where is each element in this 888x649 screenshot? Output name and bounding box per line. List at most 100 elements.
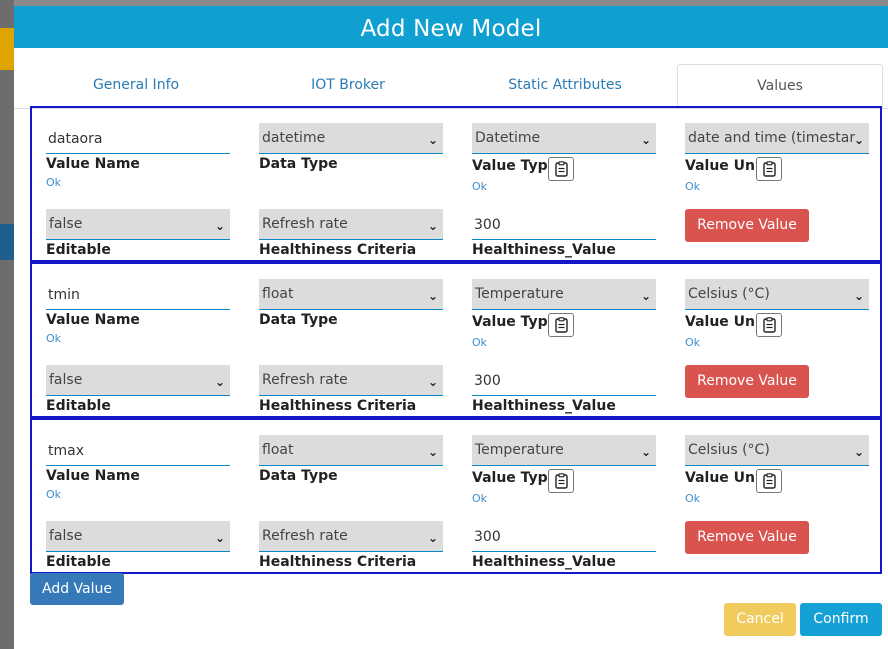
value-unit-select[interactable]: Celsius (°C) ⌄ xyxy=(685,435,869,466)
tab-values[interactable]: Values xyxy=(677,64,883,109)
cancel-button[interactable]: Cancel xyxy=(724,603,796,636)
value-unit-value: Celsius (°C) xyxy=(688,442,770,458)
healthiness-criteria-value: Refresh rate xyxy=(262,372,348,388)
healthiness-value-label: Healthiness_Value xyxy=(472,554,616,570)
confirm-button[interactable]: Confirm xyxy=(800,603,882,636)
value-type-ok: Ok xyxy=(472,180,488,193)
add-model-modal: Add New Model General Info IOT Broker St… xyxy=(14,6,888,649)
add-value-button[interactable]: Add Value xyxy=(30,573,124,605)
value-unit-value: Celsius (°C) xyxy=(688,286,770,302)
value-block: tmin Value Name Ok float ⌄ Data Type Temp… xyxy=(30,262,882,418)
remove-value-button[interactable]: Remove Value xyxy=(685,365,809,398)
background-page xyxy=(0,0,14,649)
value-unit-label: Value Unit xyxy=(685,158,767,174)
editable-value: false xyxy=(49,372,83,388)
healthiness-value-label: Healthiness_Value xyxy=(472,242,616,258)
editable-select[interactable]: false ⌄ xyxy=(46,521,230,552)
value-type-value: Temperature xyxy=(475,286,564,302)
value-type-select[interactable]: Temperature ⌄ xyxy=(472,279,656,310)
value-name-label: Value Name xyxy=(46,312,140,328)
editable-label: Editable xyxy=(46,554,111,570)
value-type-ok: Ok xyxy=(472,336,488,349)
healthiness-criteria-label: Healthiness Criteria xyxy=(259,242,417,258)
value-block: dataora Value Name Ok datetime ⌄ Data Typ… xyxy=(30,106,882,262)
value-type-label: Value Type xyxy=(472,314,558,330)
background-accent xyxy=(0,28,14,70)
chevron-down-icon: ⌄ xyxy=(853,289,864,303)
value-unit-ok: Ok xyxy=(685,492,701,505)
clipboard-icon[interactable] xyxy=(548,313,574,337)
clipboard-icon[interactable] xyxy=(756,469,782,493)
clipboard-icon[interactable] xyxy=(548,469,574,493)
value-unit-value: date and time (timestar xyxy=(688,130,856,146)
tab-static-attributes[interactable]: Static Attributes xyxy=(454,64,676,108)
value-name-input[interactable]: dataora xyxy=(46,124,230,154)
clipboard-icon[interactable] xyxy=(756,157,782,181)
data-type-select[interactable]: datetime ⌄ xyxy=(259,123,443,154)
healthiness-criteria-label: Healthiness Criteria xyxy=(259,554,417,570)
editable-value: false xyxy=(49,528,83,544)
value-type-label: Value Type xyxy=(472,158,558,174)
tab-bar: General Info IOT Broker Static Attribute… xyxy=(14,64,888,110)
value-name-ok: Ok xyxy=(46,332,62,345)
data-type-label: Data Type xyxy=(259,468,338,484)
healthiness-criteria-label: Healthiness Criteria xyxy=(259,398,417,414)
chevron-down-icon: ⌄ xyxy=(640,445,651,459)
clipboard-icon[interactable] xyxy=(756,313,782,337)
value-name-label: Value Name xyxy=(46,156,140,172)
value-unit-ok: Ok xyxy=(685,336,701,349)
chevron-down-icon: ⌄ xyxy=(427,133,438,147)
chevron-down-icon: ⌄ xyxy=(853,445,864,459)
value-type-value: Temperature xyxy=(475,442,564,458)
healthiness-value-input[interactable]: 300 xyxy=(472,366,656,396)
value-unit-label: Value Unit xyxy=(685,314,767,330)
value-type-ok: Ok xyxy=(472,492,488,505)
value-name-ok: Ok xyxy=(46,176,62,189)
value-block: tmax Value Name Ok float ⌄ Data Type Temp… xyxy=(30,418,882,574)
chevron-down-icon: ⌄ xyxy=(640,133,651,147)
healthiness-value-input[interactable]: 300 xyxy=(472,522,656,552)
chevron-down-icon: ⌄ xyxy=(427,531,438,545)
healthiness-criteria-value: Refresh rate xyxy=(262,216,348,232)
editable-label: Editable xyxy=(46,398,111,414)
healthiness-criteria-select[interactable]: Refresh rate ⌄ xyxy=(259,209,443,240)
healthiness-criteria-select[interactable]: Refresh rate ⌄ xyxy=(259,521,443,552)
chevron-down-icon: ⌄ xyxy=(640,289,651,303)
value-type-select[interactable]: Temperature ⌄ xyxy=(472,435,656,466)
editable-select[interactable]: false ⌄ xyxy=(46,365,230,396)
healthiness-criteria-select[interactable]: Refresh rate ⌄ xyxy=(259,365,443,396)
value-unit-label: Value Unit xyxy=(685,470,767,486)
remove-value-button[interactable]: Remove Value xyxy=(685,521,809,554)
value-type-value: Datetime xyxy=(475,130,541,146)
data-type-value: float xyxy=(262,442,294,458)
healthiness-criteria-value: Refresh rate xyxy=(262,528,348,544)
value-name-input[interactable]: tmin xyxy=(46,280,230,310)
chevron-down-icon: ⌄ xyxy=(427,445,438,459)
editable-value: false xyxy=(49,216,83,232)
data-type-value: float xyxy=(262,286,294,302)
data-type-select[interactable]: float ⌄ xyxy=(259,435,443,466)
editable-label: Editable xyxy=(46,242,111,258)
value-name-input[interactable]: tmax xyxy=(46,436,230,466)
data-type-select[interactable]: float ⌄ xyxy=(259,279,443,310)
editable-select[interactable]: false ⌄ xyxy=(46,209,230,240)
value-unit-select[interactable]: date and time (timestar ⌄ xyxy=(685,123,869,154)
value-type-select[interactable]: Datetime ⌄ xyxy=(472,123,656,154)
value-unit-select[interactable]: Celsius (°C) ⌄ xyxy=(685,279,869,310)
modal-title: Add New Model xyxy=(14,6,888,48)
chevron-down-icon: ⌄ xyxy=(214,531,225,545)
value-name-ok: Ok xyxy=(46,488,62,501)
value-unit-ok: Ok xyxy=(685,180,701,193)
tab-general-info[interactable]: General Info xyxy=(30,64,242,108)
value-name-label: Value Name xyxy=(46,468,140,484)
clipboard-icon[interactable] xyxy=(548,157,574,181)
remove-value-button[interactable]: Remove Value xyxy=(685,209,809,242)
chevron-down-icon: ⌄ xyxy=(427,375,438,389)
value-type-label: Value Type xyxy=(472,470,558,486)
data-type-label: Data Type xyxy=(259,312,338,328)
chevron-down-icon: ⌄ xyxy=(427,289,438,303)
data-type-label: Data Type xyxy=(259,156,338,172)
healthiness-value-input[interactable]: 300 xyxy=(472,210,656,240)
tab-iot-broker[interactable]: IOT Broker xyxy=(242,64,454,108)
chevron-down-icon: ⌄ xyxy=(427,219,438,233)
